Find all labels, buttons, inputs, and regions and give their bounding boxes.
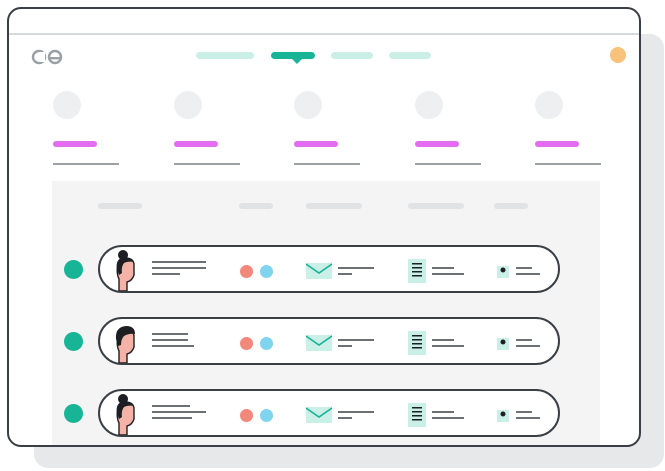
- placeholder-circle-icon: [174, 91, 202, 119]
- stat-underline: [535, 163, 601, 165]
- active-tab-caret-icon: [292, 59, 302, 64]
- document-text-lines: [432, 411, 464, 423]
- column-header-1[interactable]: [98, 203, 142, 209]
- nav-tab-3[interactable]: [331, 52, 373, 59]
- stat-card-3[interactable]: [294, 91, 360, 167]
- stat-highlight-bar: [535, 141, 579, 147]
- placeholder-circle-icon: [535, 91, 563, 119]
- column-header-4[interactable]: [408, 203, 464, 209]
- column-header-5[interactable]: [494, 203, 528, 209]
- table-row[interactable]: [52, 243, 600, 295]
- row-card[interactable]: [98, 245, 560, 293]
- stat-card-1[interactable]: [53, 91, 119, 167]
- tag-text-lines: [516, 267, 540, 279]
- contact-text-lines: [152, 405, 212, 427]
- table-row[interactable]: [52, 315, 600, 367]
- stat-card-4[interactable]: [415, 91, 481, 167]
- table-panel: [52, 181, 600, 445]
- row-card[interactable]: [98, 389, 560, 437]
- titlebar-divider: [9, 33, 639, 35]
- stat-underline: [415, 163, 481, 165]
- table-row[interactable]: [52, 387, 600, 439]
- nav-tab-1[interactable]: [196, 52, 254, 59]
- stat-underline: [174, 163, 240, 165]
- email-text-lines: [338, 411, 374, 423]
- tag-icon[interactable]: [496, 407, 510, 423]
- stat-highlight-bar: [53, 141, 97, 147]
- email-text-lines: [338, 339, 374, 351]
- email-icon[interactable]: [306, 263, 332, 279]
- woman-bun-avatar-icon: [116, 394, 135, 435]
- email-icon[interactable]: [306, 407, 332, 423]
- woman-bun-avatar-icon: [116, 250, 135, 291]
- red-dot-icon: [240, 265, 253, 278]
- document-text-lines: [432, 267, 464, 279]
- tag-icon[interactable]: [496, 335, 510, 351]
- tag-icon[interactable]: [496, 263, 510, 279]
- red-dot-icon: [240, 337, 253, 350]
- blue-dot-icon: [260, 409, 273, 422]
- placeholder-circle-icon: [294, 91, 322, 119]
- stat-highlight-bar: [294, 141, 338, 147]
- column-header-2[interactable]: [239, 203, 273, 209]
- placeholder-circle-icon: [53, 91, 81, 119]
- man-avatar-icon: [115, 326, 135, 363]
- email-icon[interactable]: [306, 335, 332, 351]
- tag-text-lines: [516, 411, 540, 423]
- document-icon[interactable]: [408, 403, 426, 427]
- app-window: [7, 7, 641, 447]
- contact-text-lines: [152, 261, 212, 283]
- row-card[interactable]: [98, 317, 560, 365]
- document-icon[interactable]: [408, 259, 426, 283]
- status-indicator: [64, 260, 83, 279]
- status-indicator: [64, 332, 83, 351]
- stat-highlight-bar: [415, 141, 459, 147]
- tag-text-lines: [516, 339, 540, 351]
- stat-card-2[interactable]: [174, 91, 240, 167]
- email-text-lines: [338, 267, 374, 279]
- status-indicator: [64, 404, 83, 423]
- stat-highlight-bar: [174, 141, 218, 147]
- nav-tab-2-active[interactable]: [271, 52, 315, 59]
- blue-dot-icon: [260, 265, 273, 278]
- link-logo-icon: [31, 49, 63, 65]
- nav-tab-4[interactable]: [389, 52, 431, 59]
- stat-underline: [53, 163, 119, 165]
- contact-text-lines: [152, 333, 212, 355]
- red-dot-icon: [240, 409, 253, 422]
- stat-underline: [294, 163, 360, 165]
- placeholder-circle-icon: [415, 91, 443, 119]
- document-text-lines: [432, 339, 464, 351]
- stat-card-5[interactable]: [535, 91, 601, 167]
- document-icon[interactable]: [408, 331, 426, 355]
- blue-dot-icon: [260, 337, 273, 350]
- user-avatar-icon[interactable]: [610, 47, 626, 63]
- column-header-3[interactable]: [306, 203, 362, 209]
